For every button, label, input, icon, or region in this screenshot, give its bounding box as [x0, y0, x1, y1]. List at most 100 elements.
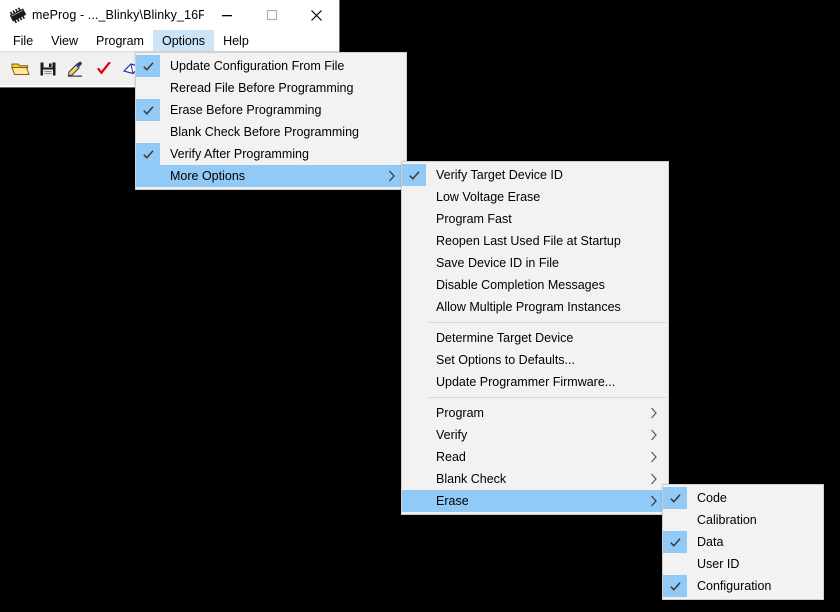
menu-item-label: Save Device ID in File — [436, 256, 559, 270]
chevron-right-icon — [650, 424, 658, 446]
menu-item-reopen-last-used-file-at-startup[interactable]: Reopen Last Used File at Startup — [402, 230, 668, 252]
check-icon — [663, 487, 687, 509]
menu-item-erase[interactable]: Erase — [402, 490, 668, 512]
check-slot — [402, 424, 426, 446]
menu-item-low-voltage-erase[interactable]: Low Voltage Erase — [402, 186, 668, 208]
check-slot — [402, 446, 426, 468]
maximize-button[interactable] — [249, 0, 294, 30]
menu-item-label: Program — [436, 406, 484, 420]
menu-bar: File View Program Options Help — [0, 30, 339, 51]
menu-separator — [428, 397, 666, 398]
chevron-right-icon — [388, 165, 396, 187]
menu-item-label: Update Programmer Firmware... — [436, 375, 616, 389]
menu-item-disable-completion-messages[interactable]: Disable Completion Messages — [402, 274, 668, 296]
erase-submenu: Code Calibration Data User ID Configurat… — [662, 484, 824, 600]
menu-item-save-device-id-in-file[interactable]: Save Device ID in File — [402, 252, 668, 274]
check-slot — [402, 468, 426, 490]
menu-item-allow-multiple-program-instances[interactable]: Allow Multiple Program Instances — [402, 296, 668, 318]
menu-item-update-programmer-firmware[interactable]: Update Programmer Firmware... — [402, 371, 668, 393]
menu-item-verify-target-device-id[interactable]: Verify Target Device ID — [402, 164, 668, 186]
menu-item-erase-configuration[interactable]: Configuration — [663, 575, 823, 597]
menu-item-reread-file-before-programming[interactable]: Reread File Before Programming — [136, 77, 406, 99]
check-icon — [663, 575, 687, 597]
menu-item-more-options[interactable]: More Options — [136, 165, 406, 187]
check-slot — [663, 553, 687, 575]
menu-item-label: Verify Target Device ID — [436, 168, 563, 182]
menubar-item-file[interactable]: File — [4, 30, 42, 51]
menu-item-read[interactable]: Read — [402, 446, 668, 468]
menu-item-update-configuration-from-file[interactable]: Update Configuration From File — [136, 55, 406, 77]
check-icon — [663, 531, 687, 553]
menu-item-label: Disable Completion Messages — [436, 278, 605, 292]
menu-item-set-options-to-defaults[interactable]: Set Options to Defaults... — [402, 349, 668, 371]
check-slot — [402, 274, 426, 296]
menu-item-label: Configuration — [697, 579, 772, 593]
menu-item-program-fast[interactable]: Program Fast — [402, 208, 668, 230]
window-title: meProg - ..._Blinky\Blinky_16F... — [32, 8, 216, 22]
menubar-item-program[interactable]: Program — [87, 30, 153, 51]
menu-item-label: More Options — [170, 169, 246, 183]
menu-item-verify-after-programming[interactable]: Verify After Programming — [136, 143, 406, 165]
menu-item-label: Determine Target Device — [436, 331, 574, 345]
check-slot — [402, 186, 426, 208]
menubar-item-view[interactable]: View — [42, 30, 87, 51]
menu-item-erase-data[interactable]: Data — [663, 531, 823, 553]
verify-check-icon[interactable] — [94, 59, 114, 79]
check-slot — [136, 121, 160, 143]
check-icon — [136, 99, 160, 121]
chevron-right-icon — [650, 402, 658, 424]
menubar-item-options-label: Options — [161, 33, 206, 48]
menu-item-blank-check[interactable]: Blank Check — [402, 468, 668, 490]
menu-item-erase-calibration[interactable]: Calibration — [663, 509, 823, 531]
check-slot — [402, 349, 426, 371]
check-slot — [136, 165, 160, 187]
maximize-icon — [266, 9, 277, 21]
menu-item-blank-check-before-programming[interactable]: Blank Check Before Programming — [136, 121, 406, 143]
check-slot — [402, 327, 426, 349]
check-icon — [402, 164, 426, 186]
menu-item-label: User ID — [697, 557, 740, 571]
window-controls — [204, 0, 339, 30]
menu-item-label: Blank Check — [436, 472, 507, 486]
title-bar: meProg - ..._Blinky\Blinky_16F... — [0, 0, 339, 30]
check-slot — [663, 509, 687, 531]
menu-item-determine-target-device[interactable]: Determine Target Device — [402, 327, 668, 349]
menubar-item-file-label: File — [13, 33, 34, 48]
menu-item-verify[interactable]: Verify — [402, 424, 668, 446]
menu-item-label: Update Configuration From File — [170, 59, 345, 73]
chevron-right-icon — [650, 446, 658, 468]
menu-item-label: Blank Check Before Programming — [170, 125, 359, 139]
menu-item-label: Program Fast — [436, 212, 512, 226]
menubar-item-view-label: View — [51, 33, 79, 48]
check-slot — [402, 490, 426, 512]
menu-item-erase-user-id[interactable]: User ID — [663, 553, 823, 575]
check-slot — [136, 77, 160, 99]
check-slot — [402, 402, 426, 424]
menu-item-erase-before-programming[interactable]: Erase Before Programming — [136, 99, 406, 121]
screen-root: meProg - ..._Blinky\Blinky_16F... File V… — [0, 0, 840, 612]
menu-item-label: Reread File Before Programming — [170, 81, 354, 95]
more-options-submenu: Verify Target Device ID Low Voltage Eras… — [401, 161, 669, 515]
menubar-item-help[interactable]: Help — [214, 30, 258, 51]
chip-icon — [7, 4, 29, 26]
check-slot — [402, 296, 426, 318]
minimize-button[interactable] — [204, 0, 249, 30]
check-icon — [136, 143, 160, 165]
menu-item-program[interactable]: Program — [402, 402, 668, 424]
menubar-item-options[interactable]: Options — [152, 30, 215, 51]
menu-item-erase-code[interactable]: Code — [663, 487, 823, 509]
save-file-icon[interactable] — [38, 59, 58, 79]
open-file-icon[interactable] — [10, 59, 30, 79]
check-icon — [136, 55, 160, 77]
chevron-right-icon — [650, 490, 658, 512]
chevron-right-icon — [650, 468, 658, 490]
menu-item-label: Set Options to Defaults... — [436, 353, 575, 367]
program-device-icon[interactable] — [66, 59, 86, 79]
menu-item-label: Allow Multiple Program Instances — [436, 300, 621, 314]
menubar-item-program-label: Program — [96, 33, 144, 48]
menu-item-label: Erase — [436, 494, 469, 508]
menu-item-label: Code — [697, 491, 727, 505]
close-button[interactable] — [294, 0, 339, 30]
menu-item-label: Read — [436, 450, 466, 464]
menu-item-label: Calibration — [697, 513, 757, 527]
